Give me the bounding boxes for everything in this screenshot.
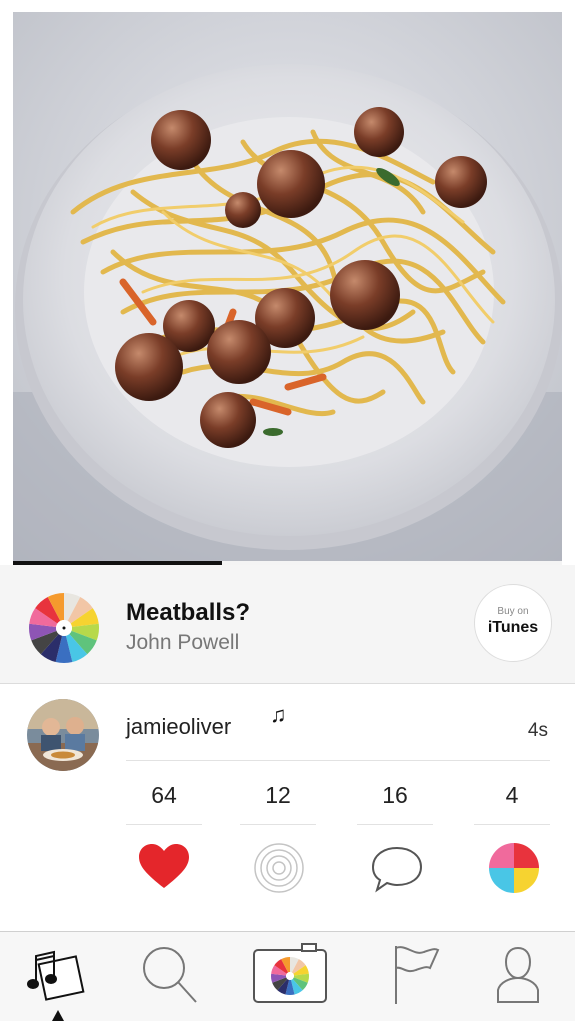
track-title: Meatballs? (126, 599, 251, 626)
comments-count[interactable]: 16 (357, 782, 433, 809)
post-username[interactable]: jamieoliver (126, 714, 231, 740)
buy-on-label: Buy on (497, 606, 529, 617)
photo-area (0, 0, 575, 565)
tab-profile[interactable] (486, 942, 550, 1006)
stat-underline (474, 824, 550, 825)
itunes-label: iTunes (487, 619, 539, 636)
flag-icon (395, 946, 440, 1004)
avatar[interactable] (27, 699, 99, 771)
active-tab-indicator (52, 1010, 64, 1021)
listens-count[interactable]: 12 (240, 782, 316, 809)
divider (126, 760, 550, 761)
now-playing-bar[interactable]: Meatballs? John Powell Buy on iTunes (0, 565, 575, 684)
tab-search[interactable] (138, 942, 202, 1006)
music-note-icon: ♫ (270, 702, 287, 727)
profile-icon (497, 946, 539, 1003)
heart-icon[interactable] (136, 840, 192, 896)
likes-count[interactable]: 64 (126, 782, 202, 809)
palettes-count[interactable]: 4 (474, 782, 550, 809)
food-photo[interactable] (13, 12, 562, 561)
speech-bubble-icon[interactable] (369, 840, 425, 896)
buy-on-itunes-button[interactable]: Buy on iTunes (474, 584, 552, 662)
camera-icon (253, 943, 327, 1003)
post-time: 4s (527, 720, 548, 741)
tab-flag[interactable] (386, 942, 450, 1006)
color-wheel-icon[interactable] (486, 840, 542, 896)
stat-underline (240, 824, 316, 825)
post-card: jamieoliver ♫ 4s 64 12 16 4 (0, 684, 575, 931)
target-icon[interactable] (251, 840, 307, 896)
music-feed-icon (27, 950, 85, 1001)
stat-underline (126, 824, 202, 825)
search-icon (143, 947, 197, 1003)
tab-feed[interactable] (26, 942, 90, 1006)
color-disc-icon[interactable] (28, 592, 100, 664)
track-artist: John Powell (126, 631, 240, 654)
stat-underline (357, 824, 433, 825)
tab-camera[interactable] (252, 942, 328, 1006)
tab-bar (0, 931, 575, 1021)
